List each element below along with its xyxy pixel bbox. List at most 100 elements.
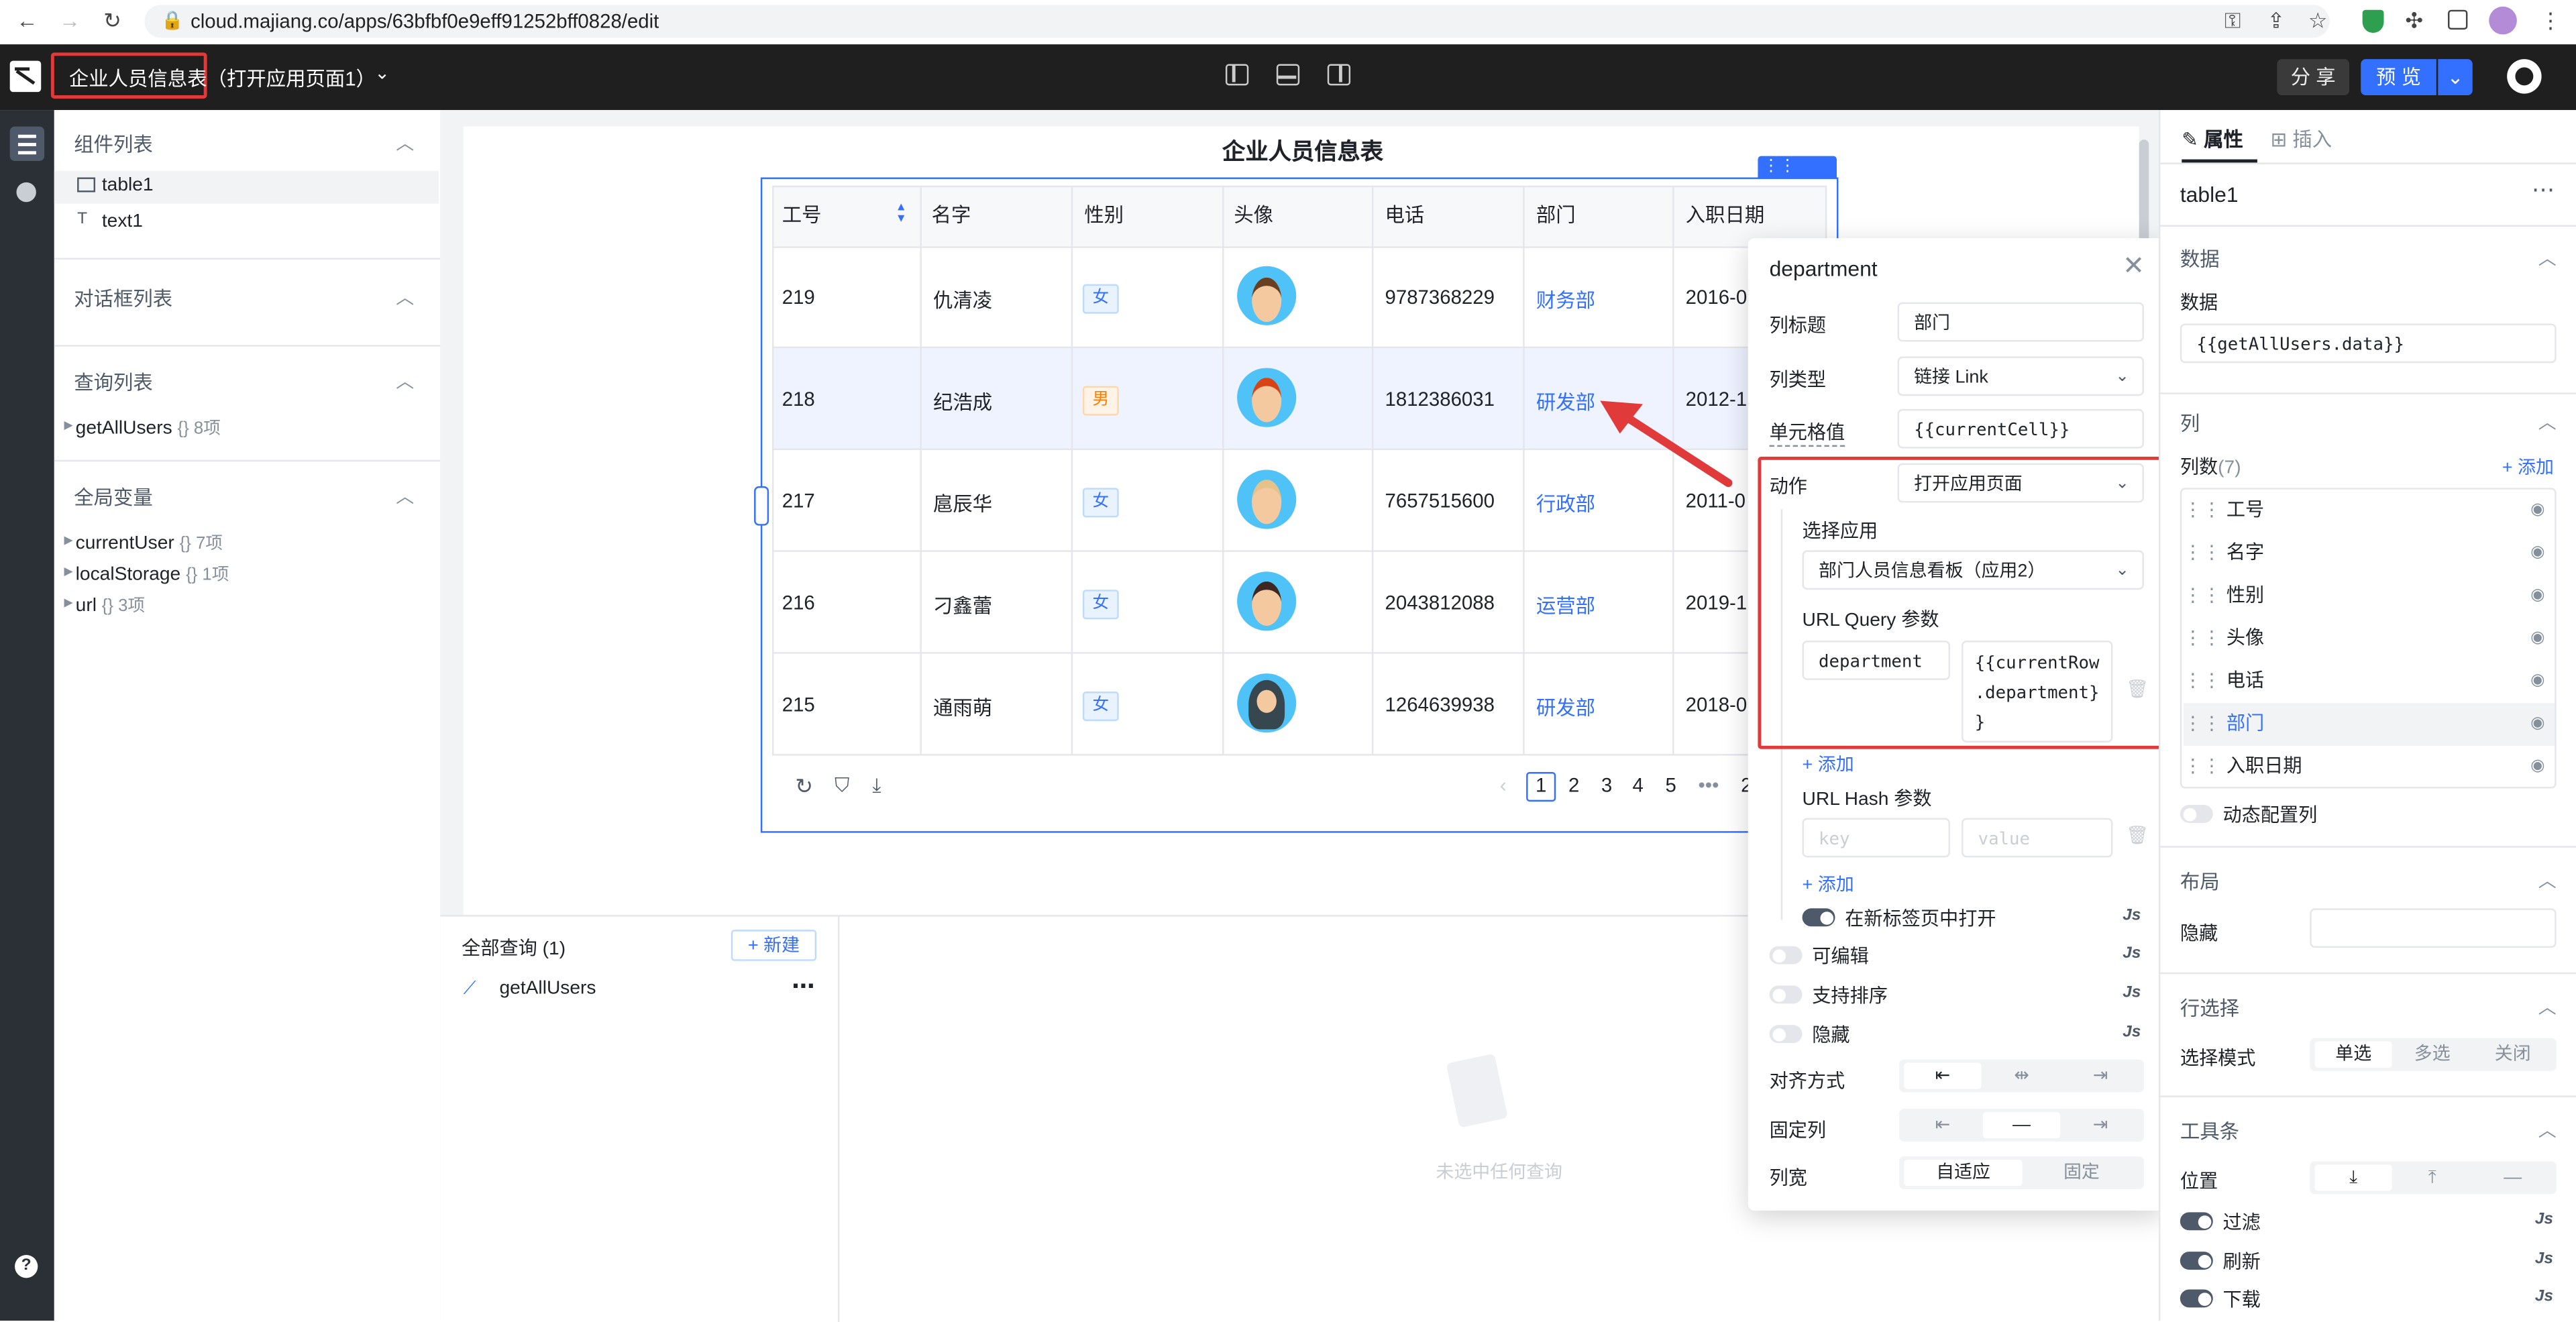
position-bottom-icon[interactable]: ⤓	[2314, 1164, 2392, 1191]
reload-icon[interactable]: ↻	[103, 8, 121, 34]
caret-right-icon[interactable]: ▶	[64, 534, 73, 547]
page-ellipsis[interactable]: •••	[1694, 773, 1723, 796]
page-title-text[interactable]: 企业人员信息表	[1222, 135, 1383, 168]
key-icon[interactable]: ⚿	[2224, 8, 2241, 34]
toolbar-section-title[interactable]: 工具条	[2180, 1117, 2239, 1145]
download-toggle[interactable]	[2180, 1289, 2213, 1308]
drag-handle-icon[interactable]: ⋮⋮	[2184, 714, 2221, 734]
width-fixed-option[interactable]: 固定	[2024, 1160, 2139, 1186]
js-icon[interactable]: Js	[2123, 907, 2141, 925]
hash-value-input[interactable]: value	[1962, 818, 2113, 858]
js-icon[interactable]: Js	[2535, 1211, 2553, 1229]
page-button[interactable]: 5	[1656, 773, 1686, 796]
page-button[interactable]: 1	[1526, 773, 1556, 796]
preview-dropdown-chevron-icon[interactable]: ⌄	[2438, 59, 2473, 96]
add-hash-param-button[interactable]: + 添加	[1803, 871, 1854, 897]
width-segmented[interactable]: 自适应 固定	[1899, 1156, 2144, 1190]
caret-right-icon[interactable]: ▶	[64, 419, 73, 432]
position-top-icon[interactable]: ⤒	[2394, 1164, 2471, 1191]
cell-dept-link[interactable]: 行政部	[1536, 490, 1595, 518]
component-tree-icon[interactable]	[9, 126, 45, 162]
tab-insert[interactable]: ⊞ 插入	[2271, 125, 2332, 153]
select-app-select[interactable]: 部门人员信息看板（应用2） ⌄	[1802, 550, 2144, 590]
column-item[interactable]: ⋮⋮ 头像 ◉	[2184, 618, 2555, 661]
refresh-toggle[interactable]	[2180, 1252, 2213, 1270]
width-auto-option[interactable]: 自适应	[1904, 1159, 2023, 1187]
align-right-icon[interactable]: ⇥	[2061, 1063, 2139, 1089]
js-icon[interactable]: Js	[2123, 944, 2141, 962]
fix-left-icon[interactable]: ⇤	[1904, 1112, 1981, 1138]
filter-toggle[interactable]	[2180, 1212, 2213, 1231]
align-segmented[interactable]: ⇤ ⇹ ⇥	[1899, 1059, 2144, 1093]
query-getallusers[interactable]: getAllUsers {} 8项	[76, 416, 221, 441]
extensions-icon[interactable]: ✣	[2405, 8, 2423, 34]
query-key-input[interactable]: department	[1802, 641, 1950, 680]
share-button[interactable]: 分 享	[2277, 59, 2350, 96]
cell-dept-link[interactable]: 财务部	[1536, 286, 1595, 314]
global-currentuser[interactable]: currentUser {} 7项	[76, 531, 223, 555]
page-button[interactable]: 2	[1559, 773, 1589, 796]
left-panel-toggle-icon[interactable]	[1222, 61, 1252, 91]
align-center-icon[interactable]: ⇹	[1983, 1063, 2060, 1089]
cell-dept-link[interactable]: 研发部	[1536, 693, 1595, 721]
global-url[interactable]: url {} 3项	[76, 593, 146, 618]
plugin-hexagon-icon[interactable]	[16, 182, 36, 203]
column-item-selected[interactable]: ⋮⋮ 部门 ◉	[2183, 703, 2555, 746]
shield-extension-icon[interactable]	[2362, 9, 2384, 33]
align-left-icon[interactable]: ⇤	[1904, 1062, 1982, 1089]
tree-item-text1[interactable]: text1	[102, 212, 143, 231]
chevron-up-icon[interactable]: ︿	[2538, 867, 2557, 893]
right-panel-toggle-icon[interactable]	[1324, 61, 1354, 91]
col-type-select[interactable]: 链接 Link ⌄	[1897, 356, 2144, 396]
columns-section-title[interactable]: 列	[2180, 409, 2200, 437]
add-query-param-button[interactable]: + 添加	[1803, 751, 1854, 777]
eye-icon[interactable]: ◉	[2530, 532, 2544, 575]
eye-icon[interactable]: ◉	[2530, 660, 2544, 703]
share-page-icon[interactable]: ⇪	[2267, 8, 2286, 34]
address-bar[interactable]: 🔒 cloud.majiang.co/apps/63bfbf0e9eff9125…	[144, 5, 2330, 38]
chevron-up-icon[interactable]: ︿	[2538, 994, 2557, 1020]
app-name[interactable]: 企业人员信息表	[69, 64, 207, 93]
eye-icon[interactable]: ◉	[2530, 703, 2544, 746]
data-input[interactable]: {{getAllUsers.data}}	[2180, 323, 2557, 364]
chevron-up-icon[interactable]: ︿	[396, 284, 414, 311]
add-column-button[interactable]: + 添加	[2502, 453, 2554, 480]
eye-icon[interactable]: ◉	[2530, 618, 2544, 661]
cell-dept-link[interactable]: 研发部	[1536, 388, 1595, 416]
app-logo[interactable]	[9, 60, 42, 93]
queries-section-title[interactable]: 查询列表	[74, 368, 153, 396]
cell-dept-link[interactable]: 运营部	[1536, 592, 1595, 620]
tree-item-table1[interactable]: table1	[102, 176, 154, 195]
drag-handle-icon[interactable]: ⋮⋮	[2184, 544, 2221, 563]
select-mode-multi[interactable]: 多选	[2394, 1042, 2471, 1068]
hidden-toggle[interactable]	[1769, 1025, 1803, 1044]
more-icon[interactable]: ⋯	[2532, 176, 2555, 204]
fixed-col-segmented[interactable]: ⇤ — ⇥	[1899, 1109, 2144, 1142]
layout-section-title[interactable]: 布局	[2180, 867, 2220, 895]
user-avatar[interactable]	[2507, 59, 2542, 94]
drag-handle-icon[interactable]: ⋮⋮	[2184, 672, 2221, 692]
chevron-up-icon[interactable]: ︿	[2538, 409, 2557, 435]
delete-icon[interactable]: 🗑	[2126, 824, 2149, 846]
caret-right-icon[interactable]: ▶	[64, 596, 73, 609]
preview-button[interactable]: 预 览	[2361, 59, 2436, 96]
chevron-up-icon[interactable]: ︿	[396, 129, 414, 156]
js-icon[interactable]: Js	[2123, 1024, 2141, 1042]
dialogs-section-title[interactable]: 对话框列表	[74, 284, 172, 313]
globals-section-title[interactable]: 全局变量	[74, 483, 153, 511]
data-section-title[interactable]: 数据	[2180, 245, 2220, 273]
menu-icon[interactable]: ⋮	[2540, 8, 2561, 34]
caret-right-icon[interactable]: ▶	[64, 565, 73, 578]
position-segmented[interactable]: ⤓ ⤒ —	[2310, 1161, 2557, 1195]
component-name[interactable]: table1	[2180, 182, 2239, 207]
open-new-tab-toggle[interactable]	[1802, 908, 1835, 927]
table-badge[interactable]: ⋮⋮ table1	[1758, 156, 1837, 197]
drag-handle-icon[interactable]: ⋮⋮	[2184, 501, 2221, 520]
more-icon[interactable]: ⋯	[792, 973, 814, 1001]
profile-avatar[interactable]	[2489, 6, 2517, 35]
page-button[interactable]: 4	[1623, 773, 1653, 796]
eye-icon[interactable]: ◉	[2530, 490, 2544, 533]
js-icon[interactable]: Js	[2535, 1288, 2553, 1306]
close-icon[interactable]: ✕	[2123, 250, 2145, 282]
chevron-up-icon[interactable]: ︿	[2538, 245, 2557, 271]
